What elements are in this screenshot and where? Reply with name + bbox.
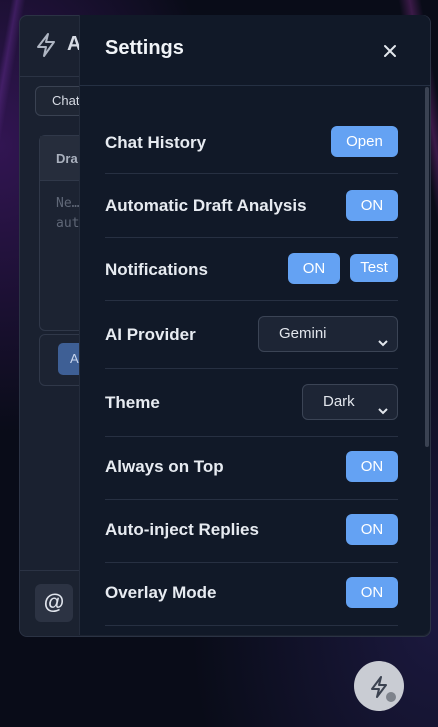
overlay-mode-toggle[interactable]: ON xyxy=(346,577,398,608)
setting-auto-inject: Auto-inject Replies ON xyxy=(105,499,398,563)
settings-title: Settings xyxy=(105,37,184,59)
bolt-icon xyxy=(34,32,58,58)
status-dot xyxy=(384,690,398,704)
ai-provider-value: Gemini xyxy=(279,325,327,342)
theme-select[interactable]: Dark xyxy=(302,384,398,420)
setting-label: Theme xyxy=(105,393,160,412)
bolt-icon xyxy=(371,676,387,698)
draft-input[interactable]: Ne… aut xyxy=(56,194,79,234)
setting-draft-analysis: Automatic Draft Analysis ON xyxy=(105,173,398,238)
setting-label: Auto-inject Replies xyxy=(105,520,259,539)
test-notification-button[interactable]: Test xyxy=(350,254,398,282)
chevron-down-icon xyxy=(377,396,389,415)
setting-ai-provider: AI Provider Gemini xyxy=(105,300,398,369)
setting-label: Notifications xyxy=(105,260,208,279)
close-icon[interactable] xyxy=(376,37,404,65)
mention-button[interactable]: @ xyxy=(35,584,73,622)
setting-label: Overlay Mode xyxy=(105,583,217,602)
setting-overlay-mode: Overlay Mode ON xyxy=(105,562,398,626)
setting-theme: Theme Dark xyxy=(105,368,398,437)
setting-notifications: Notifications ON Test xyxy=(105,237,398,301)
scrollbar[interactable] xyxy=(425,87,429,447)
theme-value: Dark xyxy=(323,393,355,410)
draft-analysis-toggle[interactable]: ON xyxy=(346,190,398,221)
chevron-down-icon xyxy=(377,328,389,347)
always-on-top-toggle[interactable]: ON xyxy=(346,451,398,482)
setting-label: Chat History xyxy=(105,133,207,152)
open-chat-history-button[interactable]: Open xyxy=(331,126,398,157)
setting-label: Automatic Draft Analysis xyxy=(105,196,307,215)
draft-title: Dra xyxy=(56,151,78,166)
setting-label: AI Provider xyxy=(105,325,196,344)
floating-action-button[interactable] xyxy=(354,661,404,711)
setting-label: Always on Top xyxy=(105,457,224,476)
setting-chat-history: Chat History Open xyxy=(105,110,398,174)
setting-always-on-top: Always on Top ON xyxy=(105,436,398,500)
settings-panel: Settings Chat History Open Automatic Dra… xyxy=(79,15,430,635)
notifications-toggle[interactable]: ON xyxy=(288,253,340,284)
settings-header: Settings xyxy=(80,15,430,86)
ai-provider-select[interactable]: Gemini xyxy=(258,316,398,352)
auto-inject-toggle[interactable]: ON xyxy=(346,514,398,545)
